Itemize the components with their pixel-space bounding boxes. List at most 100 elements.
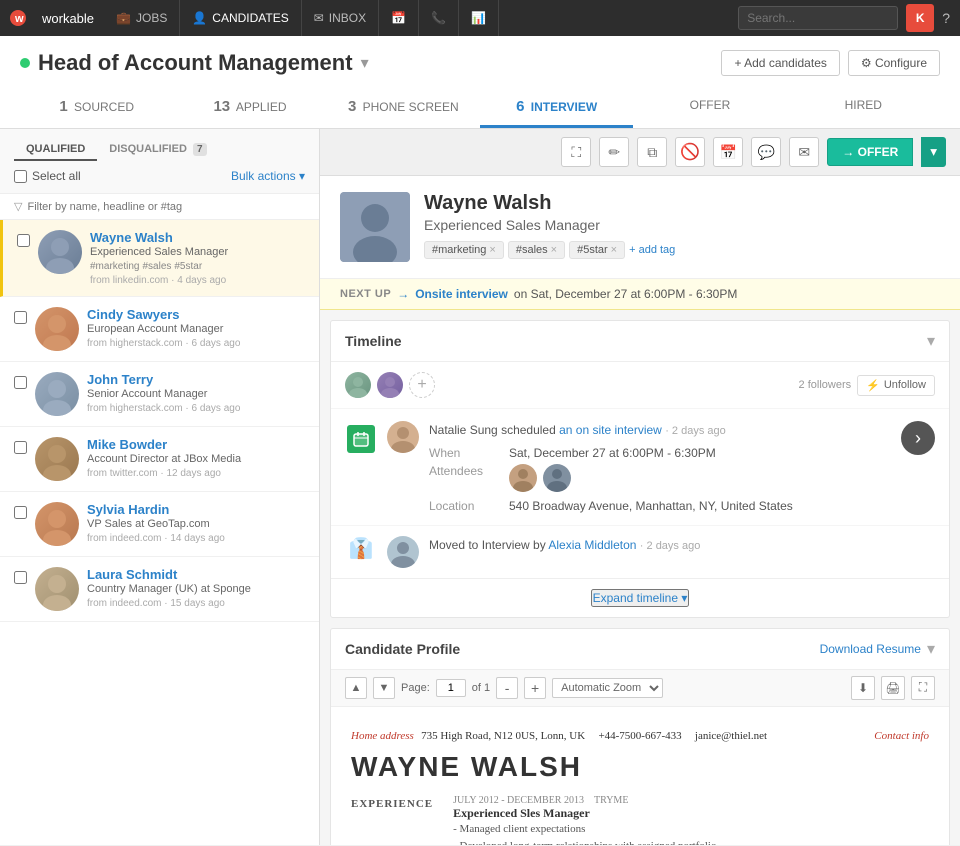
tag-5star[interactable]: #5star × — [569, 241, 625, 259]
select-all-label[interactable]: Select all — [14, 169, 81, 183]
tag-marketing[interactable]: #marketing × — [424, 241, 504, 259]
add-tag-button[interactable]: + add tag — [629, 244, 675, 256]
offer-dropdown-button[interactable]: ▾ — [921, 137, 946, 167]
profile-header-row: Candidate Profile Download Resume ▾ — [331, 629, 949, 670]
pdf-fullscreen-button[interactable]: ⛶ — [911, 676, 935, 700]
header-actions: + Add candidates ⚙ Configure — [721, 50, 940, 76]
tab-sourced[interactable]: 1 SOURCED — [20, 88, 173, 128]
tag-remove-icon[interactable]: × — [551, 244, 557, 256]
email-icon[interactable]: ✉ — [789, 137, 819, 167]
candidate-checkbox[interactable] — [14, 376, 27, 389]
offer-button[interactable]: → OFFER — [827, 138, 913, 166]
timeline-toggle-icon[interactable]: ▾ — [927, 331, 935, 351]
next-up-event-link[interactable]: Onsite interview — [415, 287, 508, 301]
follower-avatar — [345, 372, 371, 398]
timeline-time: · 2 days ago — [665, 425, 726, 437]
expand-icon[interactable]: ⛶ — [561, 137, 591, 167]
candidate-item[interactable]: Cindy Sawyers European Account Manager f… — [0, 297, 319, 362]
applied-label: APPLIED — [236, 100, 287, 114]
candidate-checkbox[interactable] — [17, 234, 30, 247]
candidate-name: John Terry — [87, 372, 305, 387]
candidate-title: Country Manager (UK) at Sponge — [87, 583, 305, 595]
qualified-tabs: QUALIFIED DISQUALIFIED 7 — [14, 139, 305, 161]
candidate-item[interactable]: Wayne Walsh Experienced Sales Manager #m… — [0, 220, 319, 297]
comment-icon[interactable]: 💬 — [751, 137, 781, 167]
timeline-header[interactable]: Timeline ▾ — [331, 321, 949, 362]
nav-logo[interactable]: w workable — [10, 7, 94, 29]
nav-item-phone[interactable]: 📞 — [419, 0, 459, 36]
unfollow-button[interactable]: ⚡ Unfollow — [857, 375, 935, 396]
calendar-icon[interactable]: 📅 — [713, 137, 743, 167]
title-dropdown-icon[interactable]: ▾ — [361, 53, 369, 73]
select-all-checkbox[interactable] — [14, 170, 27, 183]
candidate-checkbox[interactable] — [14, 571, 27, 584]
tab-offer[interactable]: OFFER — [633, 88, 786, 128]
contact-label: Contact info — [874, 730, 929, 742]
top-nav: w workable 💼 JOBS 👤 CANDIDATES ✉ INBOX 📅… — [0, 0, 960, 36]
pdf-zoom-select[interactable]: Automatic Zoom — [552, 678, 663, 698]
pdf-prev-button[interactable]: ▲ — [345, 677, 367, 699]
tab-interview[interactable]: 6 INTERVIEW — [480, 88, 633, 128]
stop-icon[interactable]: 🚫 — [675, 137, 705, 167]
unfollow-label: Unfollow — [884, 379, 926, 391]
nav-avatar[interactable]: K — [906, 4, 934, 32]
select-all-text: Select all — [32, 169, 81, 183]
edit-icon[interactable]: ✏ — [599, 137, 629, 167]
pdf-print-button[interactable]: 🖨 — [881, 676, 905, 700]
expand-timeline-row: Expand timeline ▾ — [331, 578, 949, 617]
move-content: Moved to Interview by Alexia Middleton ·… — [429, 536, 935, 555]
pdf-page-input[interactable] — [436, 679, 466, 697]
tab-disqualified[interactable]: DISQUALIFIED 7 — [97, 139, 218, 161]
search-input[interactable] — [738, 6, 898, 30]
candidate-source: from indeed.com · 15 days ago — [87, 598, 305, 609]
tag-remove-icon[interactable]: × — [489, 244, 495, 256]
nav-item-jobs[interactable]: 💼 JOBS — [104, 0, 180, 36]
nav-item-calendar[interactable]: 📅 — [379, 0, 419, 36]
attendee-avatar — [543, 464, 571, 492]
tab-qualified[interactable]: QUALIFIED — [14, 139, 97, 161]
tab-hired[interactable]: HIRED — [787, 88, 940, 128]
copy-icon[interactable]: ⧉ — [637, 137, 667, 167]
timeline-event-link[interactable]: an on site interview — [559, 423, 662, 437]
profile-title: Candidate Profile — [345, 641, 460, 657]
profile-header-actions: Download Resume ▾ — [820, 639, 935, 659]
pdf-zoom-in-button[interactable]: + — [524, 677, 546, 699]
filter-input[interactable] — [27, 201, 305, 213]
candidate-item[interactable]: Laura Schmidt Country Manager (UK) at Sp… — [0, 557, 319, 622]
candidate-checkbox[interactable] — [14, 441, 27, 454]
help-icon[interactable]: ? — [942, 10, 950, 26]
configure-button[interactable]: ⚙ Configure — [848, 50, 940, 76]
calendar-entry-icon — [347, 425, 375, 453]
candidate-checkbox[interactable] — [14, 311, 27, 324]
candidate-checkbox[interactable] — [14, 506, 27, 519]
nav-item-chart[interactable]: 📊 — [459, 0, 499, 36]
profile-toggle-icon[interactable]: ▾ — [927, 639, 935, 659]
candidate-tags: #marketing #sales #5star — [90, 261, 305, 272]
tab-applied[interactable]: 13 APPLIED — [173, 88, 326, 128]
offer-label: OFFER — [690, 98, 731, 112]
timeline-attendees-row: Attendees — [429, 464, 883, 495]
pdf-next-button[interactable]: ▼ — [373, 677, 395, 699]
candidate-source: from indeed.com · 14 days ago — [87, 533, 305, 544]
tab-phone-screen[interactable]: 3 PHONE SCREEN — [327, 88, 480, 128]
expand-timeline-button[interactable]: Expand timeline ▾ — [591, 589, 690, 607]
add-follower-button[interactable]: + — [409, 372, 435, 398]
next-entry-button[interactable]: › — [901, 421, 935, 455]
tie-icon-col: 👔 — [345, 536, 377, 561]
add-candidates-button[interactable]: + Add candidates — [721, 50, 839, 76]
nav-item-candidates[interactable]: 👤 CANDIDATES — [180, 0, 301, 36]
pdf-download-button[interactable]: ⬇ — [851, 676, 875, 700]
interview-label: INTERVIEW — [531, 100, 597, 114]
bulk-actions-button[interactable]: Bulk actions ▾ — [231, 169, 305, 183]
tag-sales[interactable]: #sales × — [508, 241, 565, 259]
nav-item-inbox[interactable]: ✉ INBOX — [302, 0, 379, 36]
chart-icon: 📊 — [471, 11, 486, 25]
candidate-item[interactable]: Sylvia Hardin VP Sales at GeoTap.com fro… — [0, 492, 319, 557]
stage-tabs: 1 SOURCED 13 APPLIED 3 PHONE SCREEN 6 IN… — [20, 88, 940, 128]
pdf-zoom-out-button[interactable]: - — [496, 677, 518, 699]
download-resume-button[interactable]: Download Resume — [820, 642, 921, 656]
tag-remove-icon[interactable]: × — [611, 244, 617, 256]
move-actor-link[interactable]: Alexia Middleton — [548, 538, 636, 552]
candidate-item[interactable]: Mike Bowder Account Director at JBox Med… — [0, 427, 319, 492]
candidate-item[interactable]: John Terry Senior Account Manager from h… — [0, 362, 319, 427]
